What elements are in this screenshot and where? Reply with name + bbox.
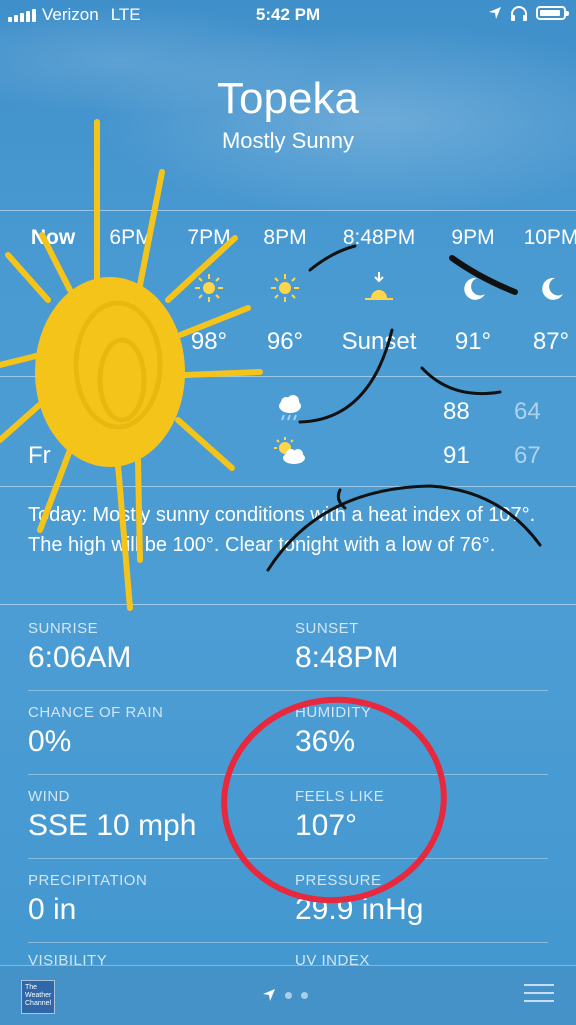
- page-dot: [285, 991, 292, 999]
- feels-like-detail: FEELS LIKE 107°: [295, 788, 555, 843]
- precipitation-detail: PRECIPITATION 0 in: [28, 872, 288, 927]
- location-arrow-icon: [489, 7, 501, 19]
- detail-divider: [28, 690, 548, 691]
- precipitation-label: PRECIPITATION: [28, 872, 148, 889]
- rain-cloud-icon: [279, 395, 301, 421]
- pressure-value: 29.9 inHg: [295, 893, 424, 926]
- day-low: 64: [514, 398, 541, 425]
- sun-icon: [271, 274, 299, 302]
- logo-text: The Weather Channel: [25, 984, 52, 1007]
- headphones-icon: [511, 6, 527, 21]
- today-summary: Today: Mostly sunny conditions with a he…: [28, 504, 536, 556]
- summary-top-divider: [0, 486, 576, 487]
- hourly-top-divider: [0, 210, 576, 211]
- status-bar: Verizon LTE 5:42 PM: [0, 0, 576, 30]
- location-arrow-icon: [263, 989, 275, 1001]
- summary-bottom-divider: [0, 604, 576, 605]
- detail-divider: [28, 858, 548, 859]
- sunset-value: 8:48PM: [295, 641, 399, 674]
- bottom-toolbar: The Weather Channel: [0, 965, 576, 1025]
- sunset-label: SUNSET: [295, 620, 359, 637]
- sun-icon: [195, 274, 223, 302]
- weather-channel-logo[interactable]: The Weather Channel: [21, 980, 55, 1014]
- hourly-forecast[interactable]: Now 6PM 7PM 98° 8PM 96° 8:48PM Sunset 9P…: [0, 226, 576, 366]
- wind-label: WIND: [28, 788, 70, 805]
- daily-row[interactable]: Fr 91 67: [28, 436, 548, 476]
- pressure-detail: PRESSURE 29.9 inHg: [295, 872, 555, 927]
- page-indicator[interactable]: [262, 988, 308, 1002]
- wind-detail: WIND SSE 10 mph: [28, 788, 288, 843]
- humidity-value: 36%: [295, 725, 356, 758]
- sunset-detail: SUNSET 8:48PM: [295, 620, 555, 675]
- sunrise-label: SUNRISE: [28, 620, 99, 637]
- rain-label: CHANCE OF RAIN: [28, 704, 164, 721]
- wind-value: SSE 10 mph: [28, 809, 197, 842]
- day-low: 67: [514, 442, 541, 469]
- page-dot: [301, 991, 308, 999]
- pressure-label: PRESSURE: [295, 872, 382, 889]
- humidity-label: HUMIDITY: [295, 704, 372, 721]
- hourly-bottom-divider: [0, 376, 576, 377]
- battery-icon: [536, 6, 569, 20]
- daily-row[interactable]: 88 64: [28, 392, 548, 432]
- rain-value: 0%: [28, 725, 72, 758]
- moon-icon: [464, 277, 485, 300]
- sunrise-value: 6:06AM: [28, 641, 132, 674]
- rain-detail: CHANCE OF RAIN 0%: [28, 704, 288, 759]
- sunset-icon: [365, 272, 393, 300]
- feels-like-label: FEELS LIKE: [295, 788, 385, 805]
- sunrise-detail: SUNRISE 6:06AM: [28, 620, 288, 675]
- city-name: Topeka: [217, 74, 359, 123]
- day-high: 91: [443, 442, 470, 469]
- humidity-detail: HUMIDITY 36%: [295, 704, 555, 759]
- day-name: Fr: [28, 442, 51, 469]
- detail-divider: [28, 774, 548, 775]
- feels-like-value: 107°: [295, 809, 358, 842]
- current-condition: Mostly Sunny: [221, 128, 355, 153]
- moon-icon: [542, 277, 563, 300]
- partly-cloudy-icon: [274, 437, 305, 464]
- day-high: 88: [443, 398, 470, 425]
- detail-divider: [28, 942, 548, 943]
- precipitation-value: 0 in: [28, 893, 77, 926]
- city-list-icon[interactable]: [524, 984, 554, 1006]
